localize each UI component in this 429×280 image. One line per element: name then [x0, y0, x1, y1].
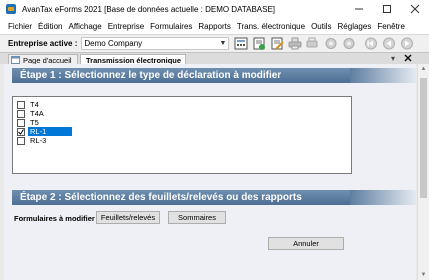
- list-item-label: RL-3: [30, 136, 47, 145]
- minimize-icon: [355, 8, 363, 10]
- menu-affichage[interactable]: Affichage: [65, 22, 104, 31]
- menu-edition[interactable]: Édition: [35, 22, 65, 31]
- header-fade: [350, 190, 416, 205]
- tools-button[interactable]: [341, 37, 357, 51]
- list-item[interactable]: RL-3: [17, 136, 48, 145]
- list-item[interactable]: T5: [17, 118, 41, 127]
- menu-bar: Fichier Édition Affichage Entreprise For…: [0, 18, 429, 34]
- first-record-icon: [365, 37, 378, 50]
- previous-icon: [383, 37, 396, 50]
- cancel-button[interactable]: Annuler: [268, 237, 344, 250]
- close-window-button[interactable]: [401, 0, 429, 18]
- list-item[interactable]: T4: [17, 100, 41, 109]
- forms-to-modify-label: Formulaires à modifier: [14, 214, 95, 223]
- scroll-down-icon[interactable]: ▼: [418, 270, 429, 280]
- gear-icon: [325, 38, 337, 49]
- step2-header: Étape 2 : Sélectionnez des feuillets/rel…: [12, 190, 416, 205]
- next-record-button[interactable]: [399, 37, 415, 51]
- edit-document-icon: [271, 37, 285, 50]
- scroll-thumb[interactable]: [420, 78, 427, 198]
- menu-fenetre[interactable]: Fenêtre: [374, 22, 408, 31]
- calculator-icon: [234, 37, 248, 50]
- checkbox[interactable]: [17, 136, 25, 145]
- active-company-select[interactable]: Demo Company ▼: [81, 37, 230, 50]
- checkbox-checked[interactable]: [17, 127, 25, 136]
- step1-header: Étape 1 : Sélectionnez le type de déclar…: [12, 68, 416, 83]
- first-record-button[interactable]: [363, 37, 379, 51]
- maximize-button[interactable]: [373, 0, 401, 18]
- list-item-label: T4: [30, 100, 39, 109]
- active-company-label: Entreprise active :: [8, 39, 78, 48]
- menu-rapports[interactable]: Rapports: [195, 22, 233, 31]
- transmission-panel: Étape 1 : Sélectionnez le type de déclar…: [4, 64, 416, 280]
- list-item-label: T4A: [30, 109, 44, 118]
- vertical-scrollbar[interactable]: ▲ ▼: [417, 64, 429, 280]
- checkbox[interactable]: [17, 100, 25, 109]
- title-bar: AvanTax eForms 2021 [Base de données act…: [0, 0, 429, 18]
- checkbox[interactable]: [17, 118, 25, 127]
- slip-type-list[interactable]: T4 T4A T5 RL-1 RL-3: [12, 96, 352, 174]
- next-icon: [401, 37, 414, 50]
- new-document-icon: [253, 37, 266, 50]
- window-title: AvanTax eForms 2021 [Base de données act…: [22, 4, 276, 14]
- gear-icon: [343, 38, 355, 49]
- print-preview-icon: [306, 37, 318, 48]
- list-item[interactable]: T4A: [17, 109, 46, 118]
- print-button[interactable]: [287, 37, 303, 51]
- close-icon: [404, 54, 412, 62]
- document-tabs: Page d'accueil Transmission électronique…: [0, 52, 429, 65]
- close-tab-button[interactable]: [404, 54, 412, 64]
- list-item-label: RL-1: [28, 127, 72, 136]
- step2-title: Étape 2 : Sélectionnez des feuillets/rel…: [20, 192, 302, 203]
- minimize-button[interactable]: [345, 0, 373, 18]
- toolbar: Entreprise active : Demo Company ▼: [0, 34, 429, 52]
- checkbox[interactable]: [17, 109, 25, 118]
- maximize-icon: [383, 5, 391, 13]
- header-fade: [350, 68, 416, 83]
- slips-button[interactable]: Feuillets/relevés: [96, 211, 160, 224]
- menu-formulaires[interactable]: Formulaires: [147, 22, 195, 31]
- step1-title: Étape 1 : Sélectionnez le type de déclar…: [20, 70, 282, 81]
- list-item[interactable]: RL-1: [17, 127, 72, 136]
- summaries-button[interactable]: Sommaires: [168, 211, 226, 224]
- previous-record-button[interactable]: [381, 37, 397, 51]
- menu-outils[interactable]: Outils: [308, 22, 334, 31]
- chevron-down-icon: ▼: [219, 40, 227, 47]
- home-page-icon: [11, 56, 20, 64]
- edit-form-button[interactable]: [269, 37, 285, 51]
- tab-list-button[interactable]: ▾: [391, 54, 395, 63]
- menu-trans-electronique[interactable]: Trans. électronique: [234, 22, 308, 31]
- settings-button[interactable]: [323, 37, 339, 51]
- new-form-button[interactable]: [251, 37, 267, 51]
- scroll-up-icon[interactable]: ▲: [418, 64, 429, 74]
- app-logo-icon: [6, 4, 16, 14]
- close-icon: [410, 4, 420, 14]
- list-item-label: T5: [30, 118, 39, 127]
- calculator-button[interactable]: [233, 37, 249, 51]
- menu-entreprise[interactable]: Entreprise: [105, 22, 147, 31]
- active-company-value: Demo Company: [84, 39, 143, 48]
- menu-reglages[interactable]: Réglages: [335, 22, 375, 31]
- menu-fichier[interactable]: Fichier: [0, 22, 35, 31]
- printer-icon: [288, 37, 302, 50]
- app-window: AvanTax eForms 2021 [Base de données act…: [0, 0, 429, 280]
- print-preview-button[interactable]: [305, 37, 321, 51]
- check-icon: [18, 128, 24, 135]
